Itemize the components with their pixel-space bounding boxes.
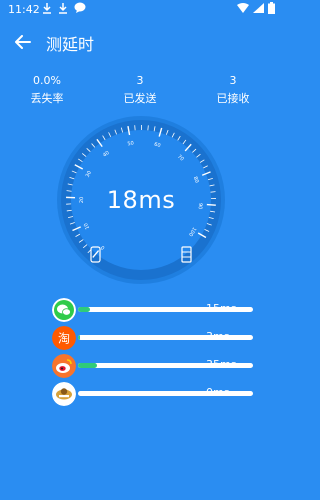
- latency-bar-fill: [78, 335, 80, 340]
- system-status-icons: [237, 2, 275, 14]
- stat-value: 0.0%: [33, 74, 61, 87]
- stat-value: 3: [229, 74, 237, 87]
- game-icon: [52, 382, 76, 406]
- app-bar: 测延时: [0, 26, 281, 60]
- latency-gauge: 0 10 20 30 40 50 60 70 80 90 100 18ms: [56, 115, 226, 285]
- latency-label: 0ms: [206, 386, 230, 399]
- notification-icons: [42, 2, 86, 14]
- taobao-icon: 淘: [52, 326, 76, 350]
- stat-label: 已发送: [123, 92, 157, 105]
- arrow-left-icon: [15, 35, 31, 49]
- app-row-taobao: 淘 3ms: [52, 326, 281, 350]
- wifi-icon: [237, 3, 249, 13]
- gauge-tick-label: 50: [127, 140, 134, 147]
- weibo-icon: [52, 354, 76, 378]
- stat-received: 3 已接收: [193, 74, 273, 106]
- app-row-game: 0ms: [52, 382, 281, 406]
- latency-bar-fill: [78, 307, 91, 312]
- chat-bubble-icon: [74, 2, 86, 13]
- latency-label: 15ms: [206, 302, 237, 315]
- download-icon: [43, 3, 51, 14]
- wechat-icon: [52, 298, 76, 322]
- latency-value: 18ms: [106, 186, 176, 214]
- status-time: 11:42: [8, 3, 40, 16]
- stat-label: 丢失率: [30, 92, 64, 105]
- stat-loss: 0.0% 丢失率: [7, 74, 87, 106]
- latency-label: 3ms: [206, 330, 230, 343]
- page-title: 测延时: [46, 35, 95, 54]
- svg-text:淘: 淘: [58, 332, 70, 346]
- back-button[interactable]: [10, 29, 36, 55]
- app-row-wechat: 15ms: [52, 298, 281, 322]
- stat-sent: 3 已发送: [100, 74, 180, 106]
- status-bar: 11:42: [0, 0, 281, 20]
- stat-label: 已接收: [216, 92, 250, 105]
- latency-bar-fill: [78, 363, 98, 368]
- download-icon: [59, 3, 67, 14]
- latency-label: 35ms: [206, 358, 237, 371]
- battery-icon: [268, 2, 275, 14]
- app-row-weibo: 35ms: [52, 354, 281, 378]
- stats-row: 0.0% 丢失率 3 已发送 3 已接收: [0, 74, 281, 110]
- signal-icon: [253, 3, 264, 13]
- stat-value: 3: [136, 74, 144, 87]
